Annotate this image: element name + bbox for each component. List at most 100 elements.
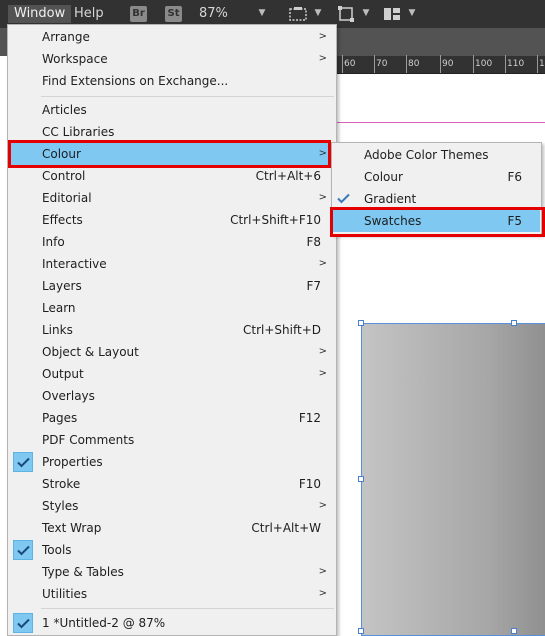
chevron-down-icon[interactable]: ▼ [256,7,268,19]
selection-handle[interactable] [511,320,517,326]
selection-handle[interactable] [358,320,364,326]
menu-item-arrange[interactable]: Arrange > [9,26,335,48]
menu-item-type-tables[interactable]: Type & Tables > [9,561,335,583]
menu-item-text-wrap[interactable]: Text Wrap Ctrl+Alt+W [9,517,335,539]
menu-item-object-layout[interactable]: Object & Layout > [9,341,335,363]
chevron-right-icon: > [318,192,327,203]
menu-item-label: Text Wrap [42,521,102,535]
chevron-down-icon[interactable]: ▼ [360,7,372,19]
stock-button[interactable]: St [165,6,182,22]
menu-item-label: Colour [364,170,403,184]
menu-item-label: Editorial [42,191,92,205]
menu-item-shortcut: F12 [298,411,321,425]
window-menu: Arrange > Workspace > Find Extensions on… [7,24,337,636]
menu-item-properties[interactable]: Properties [9,451,335,473]
menu-item-output[interactable]: Output > [9,363,335,385]
menu-item-label: Arrange [42,30,90,44]
chevron-right-icon: > [318,346,327,357]
menu-item-pages[interactable]: Pages F12 [9,407,335,429]
menu-item-effects[interactable]: Effects Ctrl+Shift+F10 [9,209,335,231]
checkmark-icon [13,613,33,633]
menu-item-label: Effects [42,213,83,227]
menu-item-learn[interactable]: Learn [9,297,335,319]
checkmark-icon [337,193,350,204]
submenu-item-colour[interactable]: Colour F6 [333,166,540,188]
menu-item-label: Adobe Color Themes [364,148,489,162]
ruler-label: 90 [442,59,454,69]
bridge-button[interactable]: Br [130,6,147,22]
menu-item-shortcut: F10 [298,477,321,491]
ruler-tick [473,55,474,73]
menu-item-label: Info [42,235,65,249]
menu-item-label: Output [42,367,84,381]
menu-item-shortcut: Ctrl+Alt+W [251,521,321,535]
menu-item-shortcut: Ctrl+Alt+6 [255,169,321,183]
menu-item-utilities[interactable]: Utilities > [9,583,335,605]
menu-item-label: Workspace [42,52,108,66]
menu-item-editorial[interactable]: Editorial > [9,187,335,209]
chevron-down-icon[interactable]: ▼ [406,7,418,19]
ruler-tick [440,55,441,73]
menu-item-label: Find Extensions on Exchange... [42,74,229,88]
selection-handle[interactable] [358,476,364,482]
arrange-documents-icon[interactable] [383,6,401,22]
ruler-tick [374,55,375,73]
chevron-right-icon: > [318,258,327,269]
chevron-down-icon[interactable]: ▼ [312,7,324,19]
frame-view-icon[interactable] [289,6,307,22]
callout-colour [8,140,331,168]
menu-item-info[interactable]: Info F8 [9,231,335,253]
menu-item-label: Overlays [42,389,95,403]
ruler-label: 120 [539,59,545,69]
menu-help[interactable]: Help [68,5,110,23]
submenu-item-adobe-color-themes[interactable]: Adobe Color Themes [333,144,540,166]
chevron-right-icon: > [318,53,327,64]
chevron-right-icon: > [318,368,327,379]
menu-item-styles[interactable]: Styles > [9,495,335,517]
ruler-tick [342,55,343,73]
chevron-right-icon: > [318,588,327,599]
menu-separator [41,96,334,97]
zoom-level[interactable]: 87% [199,5,228,23]
margin-guide [336,122,545,123]
menu-item-label: Properties [42,455,103,469]
chevron-right-icon: > [318,500,327,511]
menu-item-label: Object & Layout [42,345,139,359]
horizontal-ruler[interactable]: 60 70 80 90 100 110 120 [336,55,545,74]
menu-item-layers[interactable]: Layers F7 [9,275,335,297]
screen-mode-icon[interactable] [337,6,355,22]
selection-handle[interactable] [358,628,364,634]
menu-item-shortcut: Ctrl+Shift+D [243,323,321,337]
menu-item-label: Links [42,323,73,337]
menu-item-stroke[interactable]: Stroke F10 [9,473,335,495]
ruler-tick [406,55,407,73]
selection-handle[interactable] [511,628,517,634]
menu-item-label: Tools [42,543,72,557]
menu-item-tools[interactable]: Tools [9,539,335,561]
ruler-label: 80 [408,59,420,69]
menu-item-control[interactable]: Control Ctrl+Alt+6 [9,165,335,187]
menu-item-interactive[interactable]: Interactive > [9,253,335,275]
menu-item-shortcut: F6 [507,170,522,184]
menu-item-label: Pages [42,411,78,425]
chevron-right-icon: > [318,566,327,577]
menu-item-links[interactable]: Links Ctrl+Shift+D [9,319,335,341]
menu-item-document-untitled-2[interactable]: 1 *Untitled-2 @ 87% [9,612,335,634]
menu-item-label: Styles [42,499,79,513]
menu-item-label: Type & Tables [42,565,124,579]
menu-item-pdf-comments[interactable]: PDF Comments [9,429,335,451]
ruler-tick [537,55,538,73]
menu-separator [41,608,334,609]
menu-item-find-extensions[interactable]: Find Extensions on Exchange... [9,70,335,92]
menu-window[interactable]: Window [8,5,72,23]
menu-item-overlays[interactable]: Overlays [9,385,335,407]
ruler-label: 60 [344,59,356,69]
menu-item-label: Articles [42,103,87,117]
ruler-label: 70 [376,59,388,69]
menu-item-workspace[interactable]: Workspace > [9,48,335,70]
menu-item-articles[interactable]: Articles [9,99,335,121]
checkmark-icon [13,452,33,472]
checkmark-icon [13,540,33,560]
gradient-rectangle-frame[interactable] [361,323,545,636]
ruler-tick [505,55,506,73]
